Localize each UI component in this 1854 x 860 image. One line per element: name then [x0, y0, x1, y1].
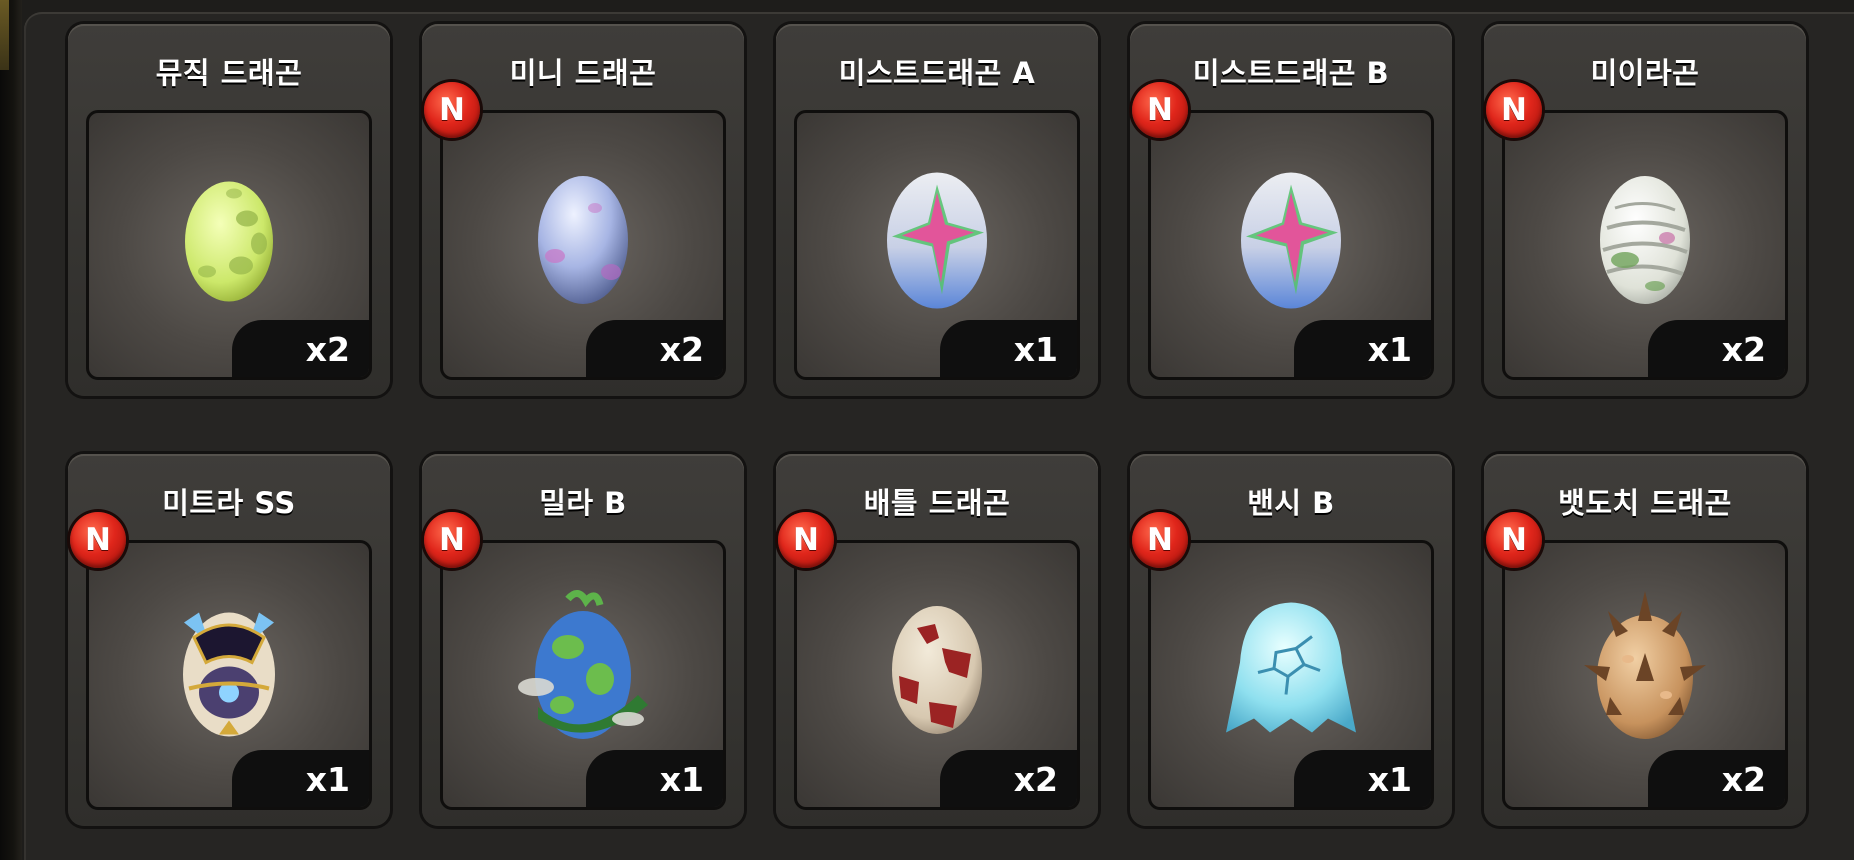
egg-name: 뮤직 드래곤: [155, 56, 303, 90]
egg-count: x2: [232, 320, 369, 377]
hedgehog-dragon-egg-icon: [1584, 591, 1706, 739]
egg-slot: x1: [86, 540, 372, 810]
egg-count: x2: [1648, 320, 1785, 377]
egg-name: 미트라 SS: [162, 486, 296, 520]
mila-egg-icon: [518, 590, 648, 739]
mitra-egg-icon: [183, 612, 275, 737]
left-frame-strip: [0, 0, 22, 860]
egg-name: 배틀 드래곤: [863, 486, 1011, 520]
egg-card[interactable]: N 미스트드래곤 B x1: [1130, 24, 1452, 396]
egg-card[interactable]: 뮤직 드래곤 x2: [68, 24, 390, 396]
new-badge-icon: N: [1132, 82, 1188, 138]
egg-slot: x1: [1148, 540, 1434, 810]
music-dragon-egg-icon: [185, 181, 273, 302]
egg-count: x1: [586, 750, 723, 807]
egg-name: 미스트드래곤 B: [1192, 56, 1390, 90]
new-badge-icon: N: [70, 512, 126, 568]
egg-slot: x2: [1502, 540, 1788, 810]
mist-dragon-egg-icon: [1241, 172, 1341, 309]
new-badge-icon: N: [778, 512, 834, 568]
egg-count: x1: [232, 750, 369, 807]
egg-card[interactable]: N 미이라곤 x2: [1484, 24, 1806, 396]
egg-slot: x2: [86, 110, 372, 380]
egg-card[interactable]: N 밴시 B x1: [1130, 454, 1452, 826]
egg-name: 미스트드래곤 A: [838, 56, 1036, 90]
egg-slot: x2: [794, 540, 1080, 810]
egg-count: x1: [940, 320, 1077, 377]
battle-dragon-egg-icon: [892, 606, 982, 734]
egg-name: 밀라 B: [539, 486, 627, 520]
egg-count: x2: [940, 750, 1077, 807]
egg-name: 뱃도치 드래곤: [1558, 486, 1732, 520]
new-badge-icon: N: [1132, 512, 1188, 568]
game-screen: 뮤직 드래곤 x2 N 미니 드래곤 x2 미스트드래곤 A x1 N 미스트드…: [0, 0, 1854, 860]
mummy-dragon-egg-icon: [1600, 176, 1690, 304]
egg-slot: x2: [440, 110, 726, 380]
egg-slot: x2: [1502, 110, 1788, 380]
new-badge-icon: N: [1486, 512, 1542, 568]
egg-inventory-panel: 뮤직 드래곤 x2 N 미니 드래곤 x2 미스트드래곤 A x1 N 미스트드…: [24, 12, 1854, 860]
egg-count: x2: [1648, 750, 1785, 807]
egg-name: 밴시 B: [1247, 486, 1335, 520]
egg-slot: x1: [794, 110, 1080, 380]
egg-card[interactable]: N 미트라 SS x1: [68, 454, 390, 826]
egg-count: x1: [1294, 320, 1431, 377]
egg-card[interactable]: N 배틀 드래곤 x2: [776, 454, 1098, 826]
new-badge-icon: N: [424, 82, 480, 138]
egg-name: 미니 드래곤: [509, 56, 657, 90]
egg-count: x2: [586, 320, 723, 377]
new-badge-icon: N: [424, 512, 480, 568]
egg-card[interactable]: N 미니 드래곤 x2: [422, 24, 744, 396]
egg-slot: x1: [1148, 110, 1434, 380]
egg-slot: x1: [440, 540, 726, 810]
mist-dragon-egg-icon: [887, 172, 987, 309]
egg-card[interactable]: 미스트드래곤 A x1: [776, 24, 1098, 396]
egg-name: 미이라곤: [1590, 56, 1700, 90]
egg-card[interactable]: N 뱃도치 드래곤 x2: [1484, 454, 1806, 826]
banshee-egg-icon: [1226, 602, 1356, 733]
new-badge-icon: N: [1486, 82, 1542, 138]
egg-grid: 뮤직 드래곤 x2 N 미니 드래곤 x2 미스트드래곤 A x1 N 미스트드…: [68, 12, 1806, 826]
egg-card[interactable]: N 밀라 B x1: [422, 454, 744, 826]
mini-dragon-egg-icon: [538, 176, 628, 304]
egg-count: x1: [1294, 750, 1431, 807]
